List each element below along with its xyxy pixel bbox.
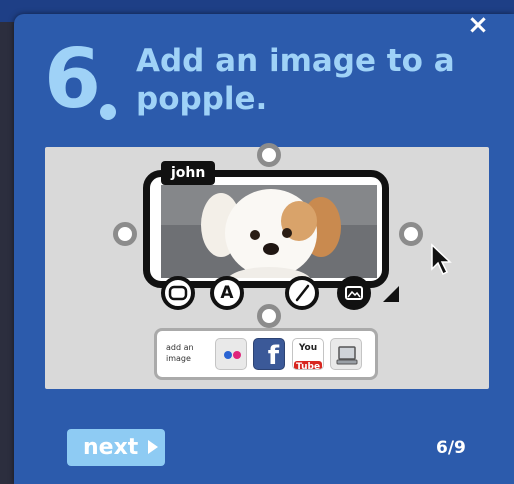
- step-number-dot: [100, 104, 116, 120]
- facebook-icon: f: [267, 341, 279, 370]
- image-source-label: add an image: [166, 343, 194, 363]
- resize-handle-right[interactable]: [399, 222, 423, 246]
- step-number: 6: [44, 32, 101, 127]
- facebook-button[interactable]: f: [253, 338, 285, 370]
- popple-name-tag: john: [161, 161, 216, 185]
- computer-icon: [336, 346, 358, 365]
- text-tool-button[interactable]: A: [210, 276, 244, 310]
- play-arrow-icon: [148, 440, 158, 454]
- image-tool-button[interactable]: [337, 276, 371, 310]
- puppy-photo: [161, 185, 377, 278]
- computer-button[interactable]: [330, 338, 362, 370]
- resize-corner-handle[interactable]: [383, 286, 399, 302]
- youtube-button[interactable]: You Tube: [292, 338, 324, 370]
- resize-handle-bottom[interactable]: [257, 304, 281, 328]
- image-tool-icon: [345, 286, 363, 300]
- next-button-label: next: [83, 435, 139, 460]
- pen-tool-button[interactable]: [285, 276, 319, 310]
- puppy-image: [161, 185, 377, 278]
- shape-tool-button[interactable]: [161, 276, 195, 310]
- flickr-icon: [224, 351, 241, 359]
- resize-handle-top[interactable]: [257, 143, 281, 167]
- flickr-button[interactable]: [215, 338, 247, 370]
- close-button[interactable]: ×: [464, 12, 492, 42]
- youtube-icon: You Tube: [293, 342, 323, 369]
- mouse-cursor-icon: [431, 243, 452, 276]
- page-counter: 6/9: [436, 438, 466, 458]
- resize-handle-left[interactable]: [113, 222, 137, 246]
- text-tool-icon: A: [220, 283, 234, 303]
- shape-tool-icon: [168, 285, 188, 301]
- pen-tool-icon: [295, 284, 310, 302]
- step-title: Add an image to a popple.: [136, 43, 455, 117]
